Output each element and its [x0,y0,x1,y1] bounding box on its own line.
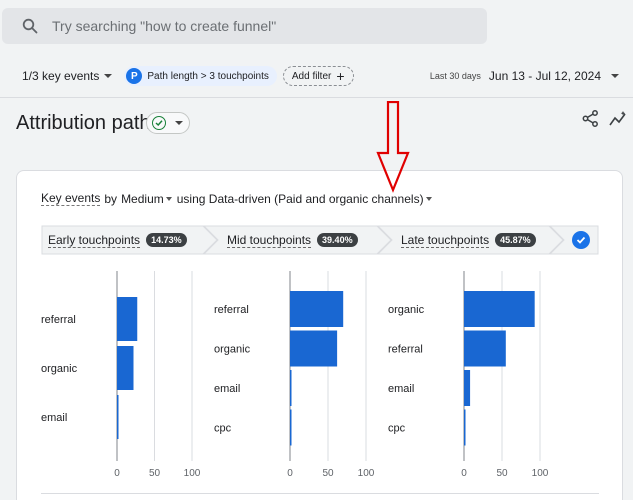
dimension-dropdown[interactable]: Medium [121,192,164,206]
bar [290,291,344,327]
bar [464,330,506,367]
key-events-label: 1/3 key events [22,69,100,83]
attribution-model-dropdown[interactable]: using Data-driven (Paid and organic chan… [177,192,424,206]
category-label: organic [388,304,425,316]
tick-label: 100 [358,468,375,479]
tick-label: 0 [461,468,467,479]
chip-avatar: P [126,68,143,84]
chevron-down-icon [104,74,113,78]
category-label: referral [41,314,76,326]
category-label: email [41,412,67,424]
chevron-down-icon [175,121,183,125]
key-events-dropdown[interactable]: 1/3 key events [22,69,113,83]
step-late[interactable]: Late touchpoints 45.87% [401,225,536,255]
search-input[interactable]: Try searching "how to create funnel" [52,18,276,34]
step-label: Late touchpoints [401,232,490,248]
tick-label: 50 [496,468,508,479]
bar [464,291,535,327]
tick-label: 50 [149,468,161,479]
chevron-down-icon [165,196,172,201]
tick-label: 0 [287,468,293,479]
attribution-card: Key events by Medium using Data-driven (… [16,170,623,500]
filter-chip[interactable]: P Path length > 3 touchpoints [124,66,277,86]
divider [41,493,599,494]
add-filter-label: Add filter [291,70,332,82]
by-text: by [104,191,118,206]
key-events-link[interactable]: Key events [41,191,101,206]
bar [117,395,119,439]
insights-icon[interactable] [609,110,627,127]
add-filter-button[interactable]: Add filter + [282,66,354,86]
search-icon [22,18,38,34]
status-dropdown[interactable] [146,112,190,134]
add-step-check-button[interactable] [572,231,590,249]
date-range-value: Jun 13 - Jul 12, 2024 [488,69,601,83]
tick-label: 100 [532,468,549,479]
bar [290,330,338,367]
category-label: email [388,383,414,395]
check-icon [576,236,586,244]
top-bar: Try searching "how to create funnel" [0,0,633,55]
red-arrow-annotation [376,101,410,193]
category-label: cpc [388,423,406,435]
bar [290,370,292,406]
step-percent-badge: 14.73% [146,233,187,247]
step-label: Mid touchpoints [227,232,312,248]
card-header: Key events by Medium using Data-driven (… [41,191,437,206]
category-label: organic [41,363,78,375]
tick-label: 50 [322,468,334,479]
bar [290,409,292,446]
tick-label: 0 [114,468,120,479]
touchpoint-bar-charts: 0 50 100 referral organic email 0 50 100 referral… [41,271,549,479]
category-label: referral [388,344,423,356]
chip-label: Path length > 3 touchpoints [147,70,269,82]
search-bar[interactable]: Try searching "how to create funnel" [2,8,487,44]
date-range-picker[interactable]: Last 30 days Jun 13 - Jul 12, 2024 [430,69,619,83]
check-circle-icon [152,116,166,130]
title-bar: Attribution paths [0,97,633,147]
bar [464,409,466,446]
step-mid[interactable]: Mid touchpoints 39.40% [227,225,358,255]
step-label: Early touchpoints [48,232,141,248]
page-title: Attribution paths [16,112,161,134]
bar [117,346,134,390]
tick-label: 100 [184,468,201,479]
chevron-down-icon [425,196,432,201]
category-label: email [214,383,240,395]
chevron-down-icon [611,74,619,78]
category-label: referral [214,304,249,316]
touchpoint-steps: Early touchpoints 14.73% Mid touchpoints… [41,225,599,255]
category-label: cpc [214,423,232,435]
step-percent-badge: 45.87% [495,233,536,247]
bar [464,370,471,406]
step-percent-badge: 39.40% [317,233,358,247]
share-icon[interactable] [582,110,599,127]
plus-icon: + [336,68,345,84]
category-label: organic [214,344,251,356]
bar [117,297,138,341]
filter-bar: 1/3 key events P Path length > 3 touchpo… [0,55,633,97]
step-early[interactable]: Early touchpoints 14.73% [48,225,187,255]
date-range-label: Last 30 days [429,71,481,81]
